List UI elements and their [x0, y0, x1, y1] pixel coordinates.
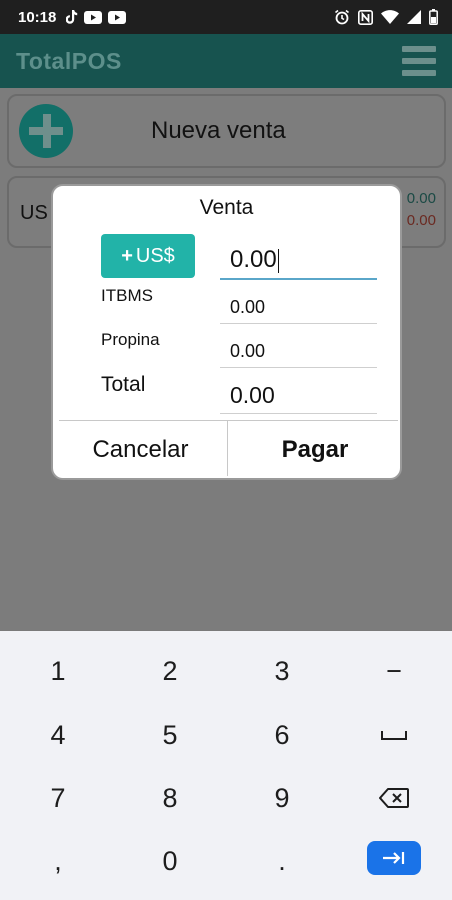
backspace-icon	[379, 788, 409, 808]
pay-button[interactable]: Pagar	[229, 422, 400, 478]
total-input[interactable]: 0.00	[220, 376, 377, 414]
dialog-title: Venta	[199, 196, 254, 219]
key-3[interactable]: 3	[227, 641, 337, 701]
app-bar: TotalPOS	[0, 34, 452, 88]
amount-input[interactable]: 0.00	[220, 240, 377, 280]
key-9[interactable]: 9	[227, 768, 337, 828]
key-comma[interactable]: ,	[3, 831, 113, 891]
amount-value: 0.00	[230, 246, 277, 273]
sale-dialog: Venta + US$ 0.00 ITBMS 0.00 Propina 0.00…	[51, 184, 402, 480]
key-backspace[interactable]	[339, 768, 449, 828]
summary-value-2: 0.00	[406, 212, 436, 229]
wifi-icon	[381, 10, 399, 24]
tip-value: 0.00	[230, 341, 266, 361]
key-2[interactable]: 2	[115, 641, 225, 701]
dialog-divider	[59, 420, 398, 421]
itbms-label: ITBMS	[101, 286, 153, 305]
battery-icon	[429, 9, 438, 25]
key-enter[interactable]	[339, 828, 449, 888]
status-time: 10:18	[18, 8, 57, 26]
new-sale-label: Nueva venta	[151, 117, 286, 144]
tiktok-icon	[66, 10, 78, 24]
summary-value-1: 0.00	[406, 190, 436, 207]
tab-next-icon	[383, 852, 405, 864]
total-label: Total	[101, 373, 146, 396]
key-space[interactable]	[339, 705, 449, 765]
app-title: TotalPOS	[16, 47, 122, 74]
total-value: 0.00	[230, 382, 275, 408]
key-7[interactable]: 7	[3, 768, 113, 828]
key-minus[interactable]: −	[339, 641, 449, 701]
key-1[interactable]: 1	[3, 641, 113, 701]
tip-input[interactable]: 0.00	[220, 334, 377, 368]
notification-icons	[66, 10, 127, 24]
status-bar: 10:18	[0, 0, 452, 34]
cancel-button[interactable]: Cancelar	[53, 422, 228, 478]
key-4[interactable]: 4	[3, 705, 113, 765]
summary-currency: US	[20, 202, 48, 224]
space-icon	[381, 731, 407, 740]
alarm-icon	[334, 9, 350, 25]
hamburger-menu-icon[interactable]	[402, 46, 436, 76]
youtube-icon	[108, 10, 127, 24]
key-8[interactable]: 8	[115, 768, 225, 828]
numeric-keyboard: 1 2 3 − 4 5 6 7 8 9 , 0 .	[0, 631, 452, 900]
signal-icon	[407, 10, 421, 24]
key-period[interactable]: .	[227, 831, 337, 891]
key-0[interactable]: 0	[115, 831, 225, 891]
itbms-value: 0.00	[230, 297, 266, 317]
tip-label: Propina	[101, 330, 160, 349]
text-caret	[277, 248, 279, 273]
plus-circle-icon	[19, 104, 73, 158]
nfc-icon	[358, 9, 373, 25]
plus-icon: +	[121, 244, 133, 267]
key-6[interactable]: 6	[227, 705, 337, 765]
system-icons	[334, 9, 438, 25]
itbms-input[interactable]: 0.00	[220, 290, 377, 324]
new-sale-button[interactable]: Nueva venta	[7, 94, 446, 168]
currency-button-label: US$	[135, 244, 175, 267]
enter-key-pill	[367, 841, 421, 875]
youtube-icon	[84, 10, 103, 24]
key-5[interactable]: 5	[115, 705, 225, 765]
currency-button[interactable]: + US$	[101, 234, 195, 278]
